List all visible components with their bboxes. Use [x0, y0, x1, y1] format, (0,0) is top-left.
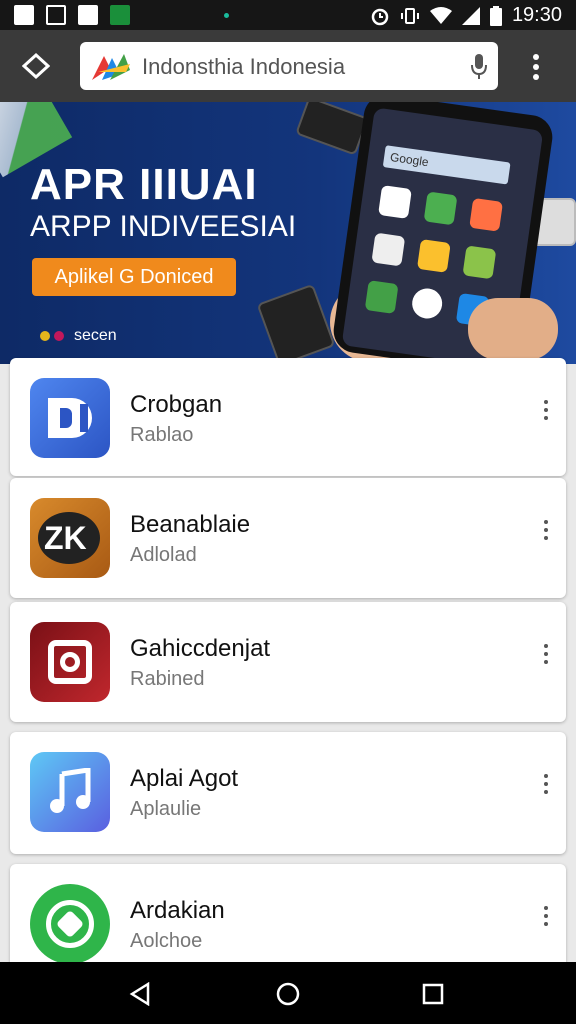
- hand-graphic: [468, 298, 558, 360]
- notification-icon: [14, 5, 34, 25]
- screenshot-icon: [46, 5, 66, 25]
- whatsapp-icon: [30, 884, 110, 964]
- list-item[interactable]: Aplai Agot Aplaulie: [10, 732, 566, 854]
- home-circle-icon[interactable]: [276, 982, 300, 1006]
- banner-download-button[interactable]: Aplikel G Doniced: [32, 258, 236, 296]
- app-tile-icon: [378, 185, 412, 219]
- site-logo-icon: [92, 54, 130, 80]
- overflow-menu-icon[interactable]: [544, 400, 548, 424]
- di-glyph-bar: [80, 404, 88, 432]
- camera-lens: [60, 652, 80, 672]
- music-app-icon: [30, 752, 110, 832]
- di-glyph-hole: [60, 408, 72, 428]
- status-left-icons: [14, 5, 130, 25]
- music-note-glyph: [50, 768, 91, 813]
- app-tile-icon: [410, 286, 445, 321]
- app-subtitle: Rabined: [130, 668, 205, 690]
- wifi-icon: [429, 6, 452, 24]
- alarm-icon: [371, 8, 389, 25]
- phone-search-bar: Google: [382, 145, 511, 185]
- app-subtitle: Rablao: [130, 424, 194, 446]
- status-right-icons: 19:30: [370, 4, 562, 27]
- mic-icon[interactable]: [470, 54, 488, 80]
- overflow-menu-icon[interactable]: [544, 644, 548, 668]
- zk-glyph: ZK: [44, 520, 87, 556]
- app-name: Gahiccdenjat: [130, 635, 271, 662]
- indicator-dot: [54, 331, 64, 341]
- zk-app-icon: ZK: [30, 498, 110, 578]
- battery-icon: [489, 5, 502, 26]
- list-item[interactable]: Crobgan Rablao: [10, 358, 566, 476]
- overflow-menu-icon[interactable]: [532, 54, 540, 80]
- banner-title: APR IIIUAI: [30, 160, 258, 209]
- app-name: Beanablaie: [130, 511, 251, 538]
- status-time: 19:30: [511, 4, 562, 26]
- image-icon: [78, 5, 98, 25]
- app-subtitle: Aplaulie: [130, 798, 202, 820]
- app-tile-icon: [364, 280, 399, 315]
- indicator-dot: [40, 331, 50, 341]
- app-tile-icon: [469, 197, 504, 232]
- url-text: Indonsthia Indonesia: [142, 54, 346, 79]
- home-icon[interactable]: [22, 52, 50, 80]
- app-name: Ardakian: [130, 897, 225, 924]
- app-tile-icon: [371, 232, 406, 267]
- signal-icon: [461, 6, 480, 25]
- app-name: Crobgan: [130, 391, 223, 418]
- overflow-menu-icon[interactable]: [544, 774, 548, 798]
- app-name: Aplai Agot: [130, 765, 239, 792]
- app-subtitle: Adlolad: [130, 544, 197, 566]
- app-subtitle: Aolchoe: [130, 930, 203, 952]
- navigation-bar: [0, 962, 576, 1024]
- app-tile-icon: [423, 191, 458, 226]
- status-dot: [224, 13, 229, 18]
- banner-subtitle: ARPP INDIVEESIAI: [30, 210, 297, 243]
- chart-icon: [110, 5, 130, 25]
- status-bar: 19:30: [0, 0, 576, 30]
- app-tile-icon: [416, 238, 451, 273]
- list-item[interactable]: ZK Beanablaie Adlolad: [10, 478, 566, 598]
- di-app-icon: [30, 378, 110, 458]
- indicator-label: secen: [74, 327, 117, 344]
- floating-phone-icon: [295, 102, 369, 156]
- list-item[interactable]: Gahiccdenjat Rabined: [10, 602, 566, 722]
- url-bar[interactable]: Indonsthia Indonesia: [80, 42, 498, 90]
- recents-icon[interactable]: [422, 983, 444, 1005]
- promo-banner[interactable]: APR IIIUAI ARPP INDIVEESIAI Aplikel G Do…: [0, 102, 576, 364]
- back-icon[interactable]: [128, 982, 152, 1006]
- vibrate-icon: [400, 7, 419, 24]
- browser-toolbar: Indonsthia Indonesia: [0, 30, 576, 102]
- overflow-menu-icon[interactable]: [544, 906, 548, 930]
- banner-indicator: secen: [40, 327, 117, 345]
- overflow-menu-icon[interactable]: [544, 520, 548, 544]
- app-tile-icon: [462, 245, 497, 280]
- camera-app-icon: [30, 622, 110, 702]
- floating-phone-icon: [256, 283, 336, 364]
- list-item[interactable]: Ardakian Aolchoe: [10, 864, 566, 974]
